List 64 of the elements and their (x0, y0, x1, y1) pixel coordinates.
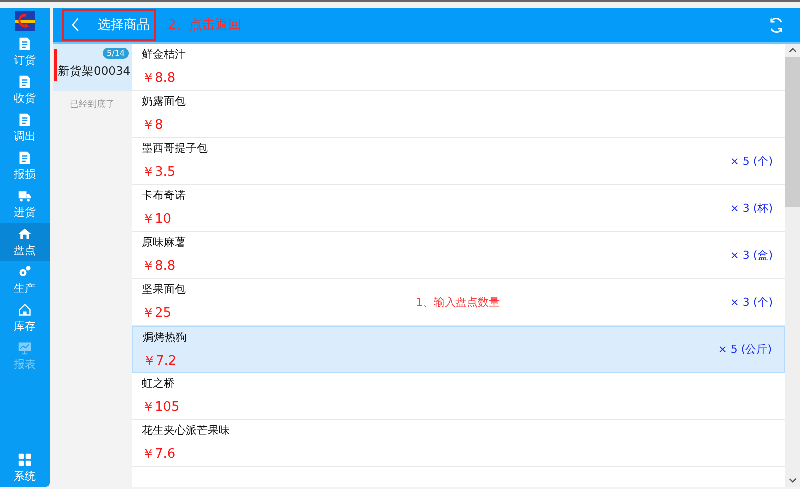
document-icon (18, 74, 32, 88)
annotation-text: 2、点击返回 (168, 17, 242, 34)
logo-icon (15, 11, 35, 31)
scroll-down-icon[interactable] (788, 478, 796, 483)
nav-item[interactable]: 进货 (0, 185, 50, 223)
product-name: 花生夹心派芒果味 (142, 423, 231, 438)
product-price: ￥25 (142, 305, 173, 322)
truck-icon (18, 188, 32, 202)
house-icon (18, 226, 32, 240)
nav-item[interactable]: 收货 (0, 71, 50, 109)
chart-board-icon (18, 340, 32, 354)
product-row[interactable]: 原味麻薯 ￥8.8 × 3 (盒) (132, 232, 785, 279)
nav-item[interactable]: 调出 (0, 109, 50, 147)
nav-item[interactable]: 订货 (0, 33, 50, 71)
document-icon (18, 150, 32, 164)
nav-item[interactable]: 报损 (0, 147, 50, 185)
product-price: ￥7.6 (142, 446, 177, 463)
end-of-list-text: 已经到底了 (69, 98, 116, 111)
product-name: 卡布奇诺 (142, 188, 187, 203)
product-row[interactable]: 鲜金桔汁 ￥8.8 (132, 44, 785, 91)
category-item[interactable]: 新货架00034 5/14 (53, 44, 132, 91)
product-name: 虹之桥 (142, 376, 176, 391)
product-name: 鲜金桔汁 (142, 47, 187, 62)
selection-bar (54, 49, 57, 81)
product-row[interactable]: 卡布奇诺 ￥10 × 3 (杯) (132, 185, 785, 232)
scroll-thumb[interactable] (785, 57, 800, 207)
quantity-text: × 3 (盒) (730, 248, 773, 262)
nav-item[interactable]: 系统 (0, 449, 50, 487)
annotation-text: 1、输入盘点数量 (416, 294, 500, 310)
quantity-text: × 3 (个) (730, 294, 773, 310)
product-price: ￥10 (142, 211, 173, 228)
back-chevron-icon (72, 18, 80, 32)
product-price: ￥105 (142, 399, 181, 416)
product-name: 奶露面包 (142, 94, 187, 109)
product-name: 原味麻薯 (142, 235, 187, 250)
product-price: ￥7.2 (143, 352, 178, 370)
product-price: ￥3.5 (142, 164, 177, 181)
product-row[interactable]: 花生夹心派芒果味 ￥7.6 (132, 420, 785, 467)
product-name: 焗烤热狗 (143, 330, 188, 344)
product-price: ￥8 (142, 117, 164, 134)
house-icon (18, 302, 32, 316)
back-button[interactable]: 选择商品 (62, 9, 156, 41)
product-price: ￥8.8 (142, 258, 177, 275)
product-name: 墨西哥提子包 (142, 141, 209, 156)
nav-item[interactable]: 生产 (0, 261, 50, 299)
product-price: ￥8.8 (142, 70, 177, 87)
nav-item[interactable]: 库存 (0, 299, 50, 337)
document-icon (18, 112, 32, 126)
product-row[interactable]: 焗烤热狗 ￥7.2 × 5 (公斤) (132, 326, 785, 373)
count-badge: 5/14 (103, 48, 129, 59)
gears-icon (18, 264, 32, 278)
refresh-icon[interactable] (768, 16, 785, 34)
document-icon (18, 36, 32, 50)
nav-item[interactable]: 盘点 (0, 223, 50, 261)
scroll-up-icon[interactable] (788, 48, 796, 53)
grid-icon (18, 452, 32, 466)
scrollbar[interactable] (785, 44, 800, 487)
quantity-text: × 5 (个) (730, 154, 773, 168)
quantity-text: × 3 (杯) (730, 200, 773, 216)
product-row[interactable]: 虹之桥 ￥105 (132, 373, 785, 420)
product-name: 坚果面包 (142, 282, 187, 297)
product-row[interactable]: 墨西哥提子包 ￥3.5 × 5 (个) (132, 138, 785, 185)
product-row[interactable]: 奶露面包 ￥8 (132, 91, 785, 138)
quantity-text: × 5 (公斤) (718, 342, 772, 357)
